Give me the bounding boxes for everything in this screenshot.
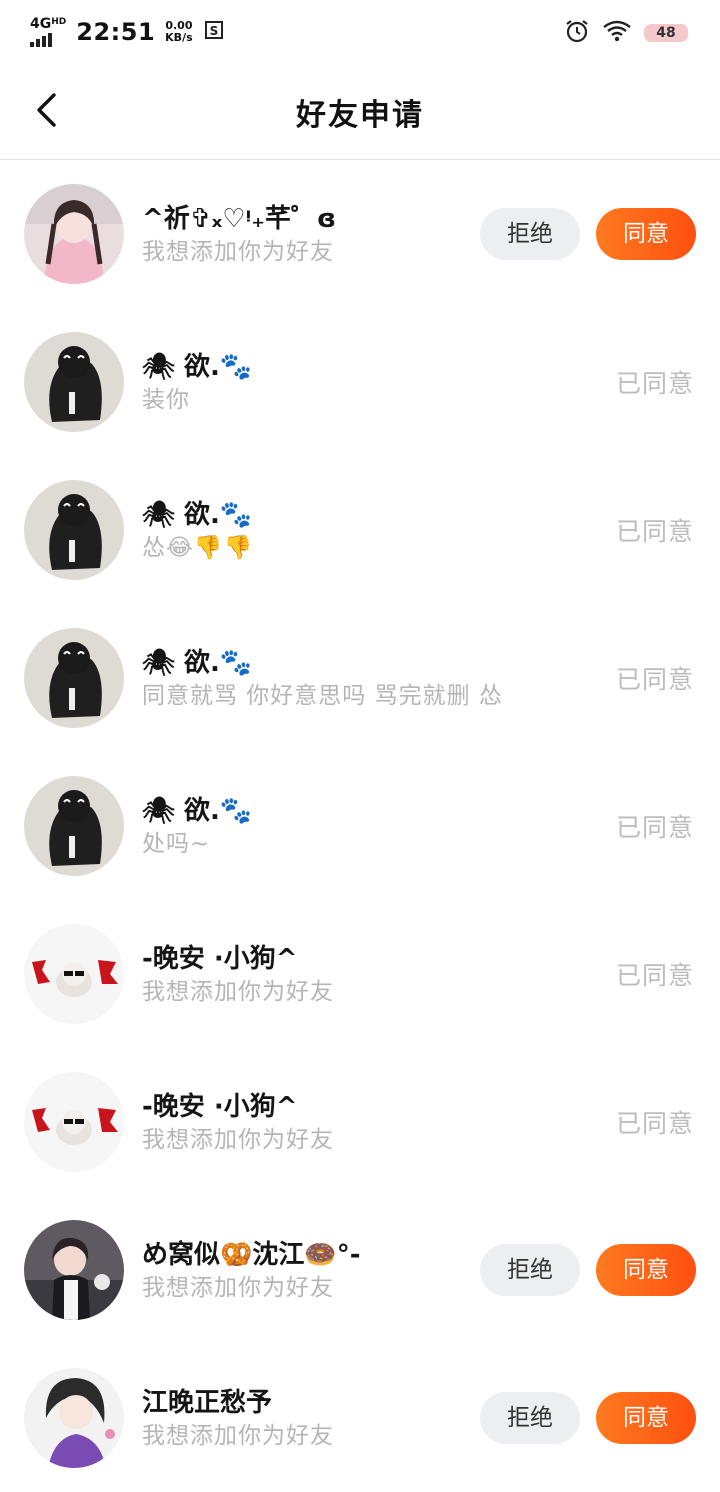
request-row: ^祈✞ₓ♡ᵎ₊芊゜ɞ 我想添加你为好友 拒绝 同意	[0, 160, 720, 308]
request-message: 我想添加你为好友	[142, 1275, 334, 1301]
alarm-icon	[564, 18, 590, 48]
avatar[interactable]	[24, 776, 124, 876]
accepted-status: 已同意	[615, 665, 694, 694]
request-row: 江晚正愁予 我想添加你为好友 拒绝 同意	[0, 1344, 720, 1492]
accepted-status: 已同意	[615, 813, 694, 842]
svg-text:S: S	[209, 24, 218, 38]
accepted-status: 已同意	[615, 517, 694, 546]
accepted-status: 已同意	[615, 369, 694, 398]
network-speed: 0.00 KB/s	[165, 20, 192, 44]
request-message: 处吗~	[142, 831, 211, 857]
avatar[interactable]	[24, 1368, 124, 1468]
requester-name: -晚安 ·小狗^	[142, 1092, 298, 1122]
network-sup: HD	[51, 17, 67, 27]
request-row: 🕷 欲.🐾 处吗~ 已同意	[0, 752, 720, 900]
accepted-status: 已同意	[615, 961, 694, 990]
request-row: 🕷 欲.🐾 怂😂👎👎 已同意	[0, 456, 720, 604]
requester-name: 🕷 欲.🐾	[142, 648, 253, 678]
accepted-status: 已同意	[615, 1109, 694, 1138]
request-row: め窝似🥨沈江🍩°- 我想添加你为好友 拒绝 同意	[0, 1196, 720, 1344]
avatar[interactable]	[24, 1072, 124, 1172]
request-row: -晚安 ·小狗^ 我想添加你为好友 已同意	[0, 900, 720, 1048]
reject-button[interactable]: 拒绝	[480, 208, 580, 260]
requester-name: め窝似🥨沈江🍩°-	[142, 1240, 361, 1270]
reject-button[interactable]: 拒绝	[480, 1244, 580, 1296]
status-right: 48	[564, 18, 688, 48]
requester-name: 🕷 欲.🐾	[142, 352, 253, 382]
requester-name: ^祈✞ₓ♡ᵎ₊芊゜ɞ	[142, 204, 337, 234]
avatar[interactable]	[24, 1220, 124, 1320]
avatar[interactable]	[24, 332, 124, 432]
page-title: 好友申请	[296, 98, 424, 133]
avatar[interactable]	[24, 924, 124, 1024]
clock-time: 22:51	[76, 18, 156, 46]
requester-name: 江晚正愁予	[142, 1388, 273, 1418]
accept-button[interactable]: 同意	[596, 1244, 696, 1296]
request-row: 🕷 欲.🐾 同意就骂 你好意思吗 骂完就删 怂 已同意	[0, 604, 720, 752]
network-type: 4G	[30, 16, 52, 32]
avatar[interactable]	[24, 628, 124, 728]
network-speed-unit: KB/s	[165, 31, 193, 44]
request-message: 我想添加你为好友	[142, 1127, 334, 1153]
request-row: 🕷 欲.🐾 装你 已同意	[0, 308, 720, 456]
accept-button[interactable]: 同意	[596, 1392, 696, 1444]
accept-button[interactable]: 同意	[596, 208, 696, 260]
status-left: 4G HD 22:51 0.00 KB/s S	[30, 14, 225, 50]
requester-name: 🕷 欲.🐾	[142, 796, 253, 826]
request-message: 我想添加你为好友	[142, 239, 334, 265]
friend-request-list: ^祈✞ₓ♡ᵎ₊芊゜ɞ 我想添加你为好友 拒绝 同意 🕷 欲.🐾 装你 已同意 🕷…	[0, 160, 720, 1492]
avatar[interactable]	[24, 480, 124, 580]
request-message: 我想添加你为好友	[142, 979, 334, 1005]
request-row: -晚安 ·小狗^ 我想添加你为好友 已同意	[0, 1048, 720, 1196]
requester-name: 🕷 欲.🐾	[142, 500, 253, 530]
avatar[interactable]	[24, 184, 124, 284]
status-bar: 4G HD 22:51 0.00 KB/s S 48	[0, 0, 720, 64]
signal-icon	[30, 31, 52, 47]
header: 好友申请	[0, 64, 720, 160]
requester-name: -晚安 ·小狗^	[142, 944, 298, 974]
request-message: 我想添加你为好友	[142, 1423, 334, 1449]
wifi-icon	[602, 19, 632, 47]
request-message: 同意就骂 你好意思吗 骂完就删 怂	[142, 683, 503, 709]
request-message: 怂😂👎👎	[142, 535, 254, 561]
reject-button[interactable]: 拒绝	[480, 1392, 580, 1444]
battery-indicator: 48	[644, 24, 688, 42]
screenshot-icon: S	[203, 19, 225, 45]
request-message: 装你	[142, 387, 190, 413]
